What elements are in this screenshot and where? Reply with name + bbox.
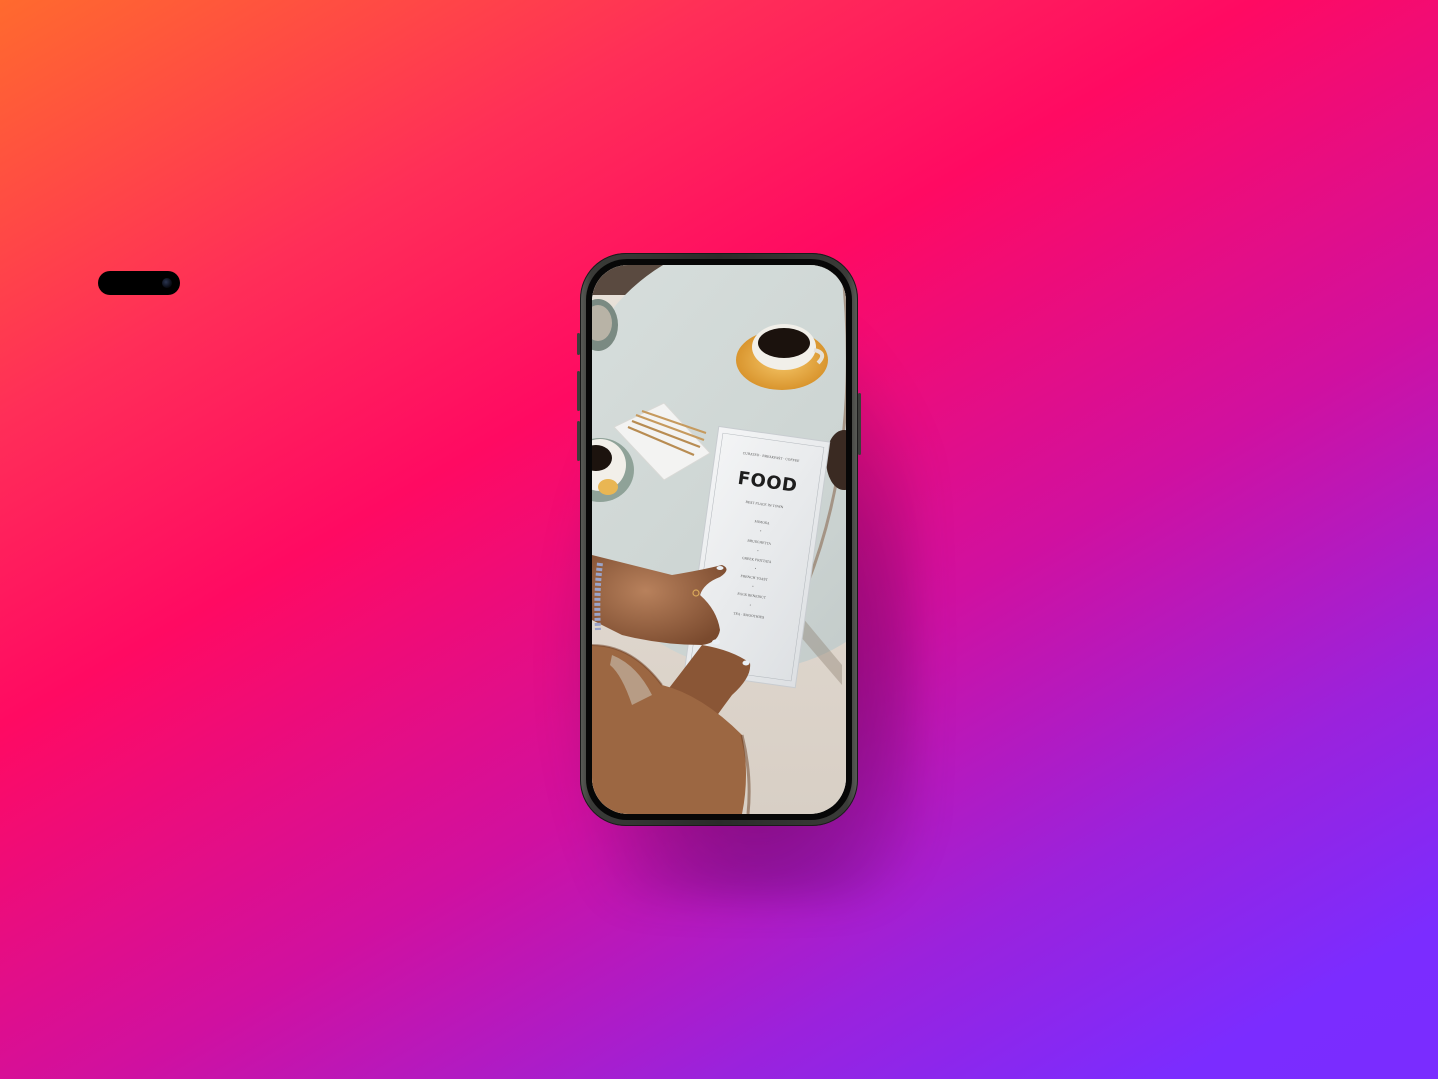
volume-down-button bbox=[577, 421, 580, 461]
action-button bbox=[577, 333, 580, 355]
phone-screen: CURATED · BREAKFAST · COFFEE FOOD BEST P… bbox=[592, 265, 846, 814]
power-button bbox=[858, 393, 861, 455]
camera-icon bbox=[162, 278, 172, 288]
screen-photo: CURATED · BREAKFAST · COFFEE FOOD BEST P… bbox=[592, 265, 846, 814]
dynamic-island bbox=[98, 271, 180, 295]
phone-mockup: CURATED · BREAKFAST · COFFEE FOOD BEST P… bbox=[577, 253, 861, 826]
volume-up-button bbox=[577, 371, 580, 411]
